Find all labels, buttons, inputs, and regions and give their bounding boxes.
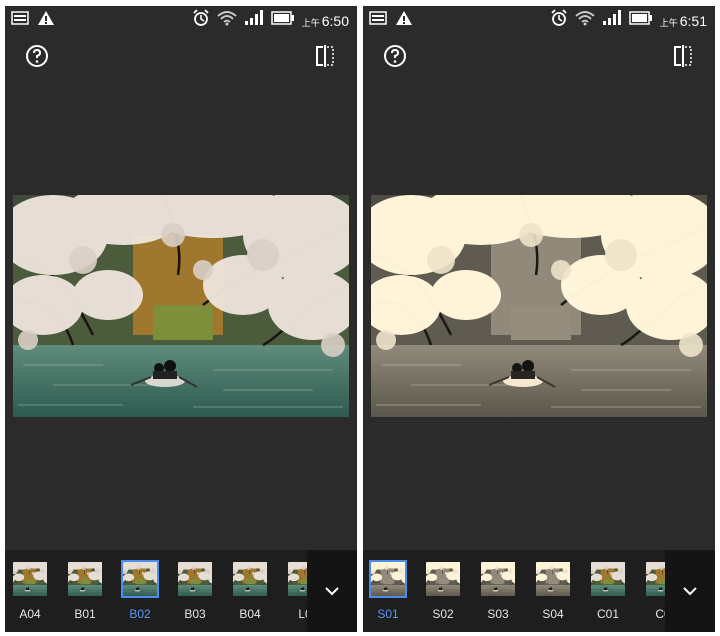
- battery-icon: [628, 11, 653, 30]
- chevron-down-icon: [683, 587, 697, 596]
- filter-label: B03: [184, 607, 206, 621]
- alarm-icon: [192, 9, 210, 32]
- photo-preview: [13, 195, 349, 417]
- expand-filters-button[interactable]: [665, 550, 715, 632]
- help-icon[interactable]: [25, 44, 49, 68]
- filter-label: B02: [129, 607, 151, 621]
- status-clock: 上午 6:50: [302, 13, 349, 29]
- warning-icon: [395, 10, 413, 31]
- filter-thumbnail: [233, 562, 267, 596]
- status-clock: 上午 6:51: [660, 13, 707, 29]
- wifi-icon: [217, 10, 237, 31]
- phone-screen-left: 上午 6:50 A04 B01 B02 B03 B04 L: [5, 6, 357, 632]
- filter-thumbnail: [426, 562, 460, 596]
- filter-label: S01: [377, 607, 399, 621]
- filter-thumbnail: [68, 562, 102, 596]
- filter-thumbnail: [121, 560, 159, 598]
- filter-thumbnail: [591, 562, 625, 596]
- status-bar: 上午 6:50: [5, 6, 357, 32]
- compare-icon[interactable]: [313, 44, 337, 68]
- filter-label: A04: [19, 607, 41, 621]
- filter-thumb-s01[interactable]: S01: [363, 560, 417, 624]
- signal-icon: [244, 10, 264, 31]
- wifi-icon: [575, 10, 595, 31]
- filter-label: L0: [298, 607, 307, 621]
- filter-thumb-s03[interactable]: S03: [473, 560, 527, 624]
- filter-thumb-l0[interactable]: L0: [280, 560, 307, 624]
- battery-icon: [270, 11, 295, 30]
- phone-screen-right: 上午 6:51 S01 S02 S03 S04 C01 C: [363, 6, 715, 632]
- filter-thumbnail: [369, 560, 407, 598]
- filter-thumb-b04[interactable]: B04: [225, 560, 279, 624]
- filter-thumb-c0[interactable]: C0: [638, 560, 665, 624]
- filter-label: S02: [432, 607, 454, 621]
- filter-thumbnail: [646, 562, 665, 596]
- filter-label: S04: [542, 607, 564, 621]
- ampm-label: 上午: [301, 17, 320, 28]
- time-label: 6:50: [321, 12, 349, 29]
- filter-thumb-s02[interactable]: S02: [418, 560, 472, 624]
- status-bar: 上午 6:51: [363, 6, 715, 32]
- photo-preview: [371, 195, 707, 417]
- filter-list: A04 B01 B02 B03 B04 L0: [5, 550, 307, 632]
- filter-thumb-c01[interactable]: C01: [583, 560, 637, 624]
- signal-icon: [602, 10, 622, 31]
- chevron-down-icon: [325, 587, 339, 596]
- filter-strip: A04 B01 B02 B03 B04 L0: [5, 550, 357, 632]
- expand-filters-button[interactable]: [307, 550, 357, 632]
- ampm-label: 上午: [659, 17, 678, 28]
- time-label: 6:51: [679, 12, 707, 29]
- alarm-icon: [550, 9, 568, 32]
- filter-label: B04: [239, 607, 261, 621]
- filter-label: C0: [655, 607, 665, 621]
- filter-label: B01: [74, 607, 96, 621]
- filter-thumb-a04[interactable]: A04: [5, 560, 59, 624]
- warning-icon: [37, 10, 55, 31]
- filter-thumbnail: [536, 562, 570, 596]
- filter-thumbnail: [13, 562, 47, 596]
- filter-strip: S01 S02 S03 S04 C01 C0: [363, 550, 715, 632]
- filter-thumb-b03[interactable]: B03: [170, 560, 224, 624]
- filter-thumb-s04[interactable]: S04: [528, 560, 582, 624]
- notification-icon: [11, 11, 29, 30]
- filter-thumbnail: [481, 562, 515, 596]
- filter-thumbnail: [178, 562, 212, 596]
- filter-label: S03: [487, 607, 509, 621]
- help-icon[interactable]: [383, 44, 407, 68]
- filter-list: S01 S02 S03 S04 C01 C0: [363, 550, 665, 632]
- notification-icon: [369, 11, 387, 30]
- compare-icon[interactable]: [671, 44, 695, 68]
- filter-thumbnail: [288, 562, 307, 596]
- filter-thumb-b01[interactable]: B01: [60, 560, 114, 624]
- filter-thumb-b02[interactable]: B02: [115, 560, 169, 624]
- filter-label: C01: [596, 607, 619, 621]
